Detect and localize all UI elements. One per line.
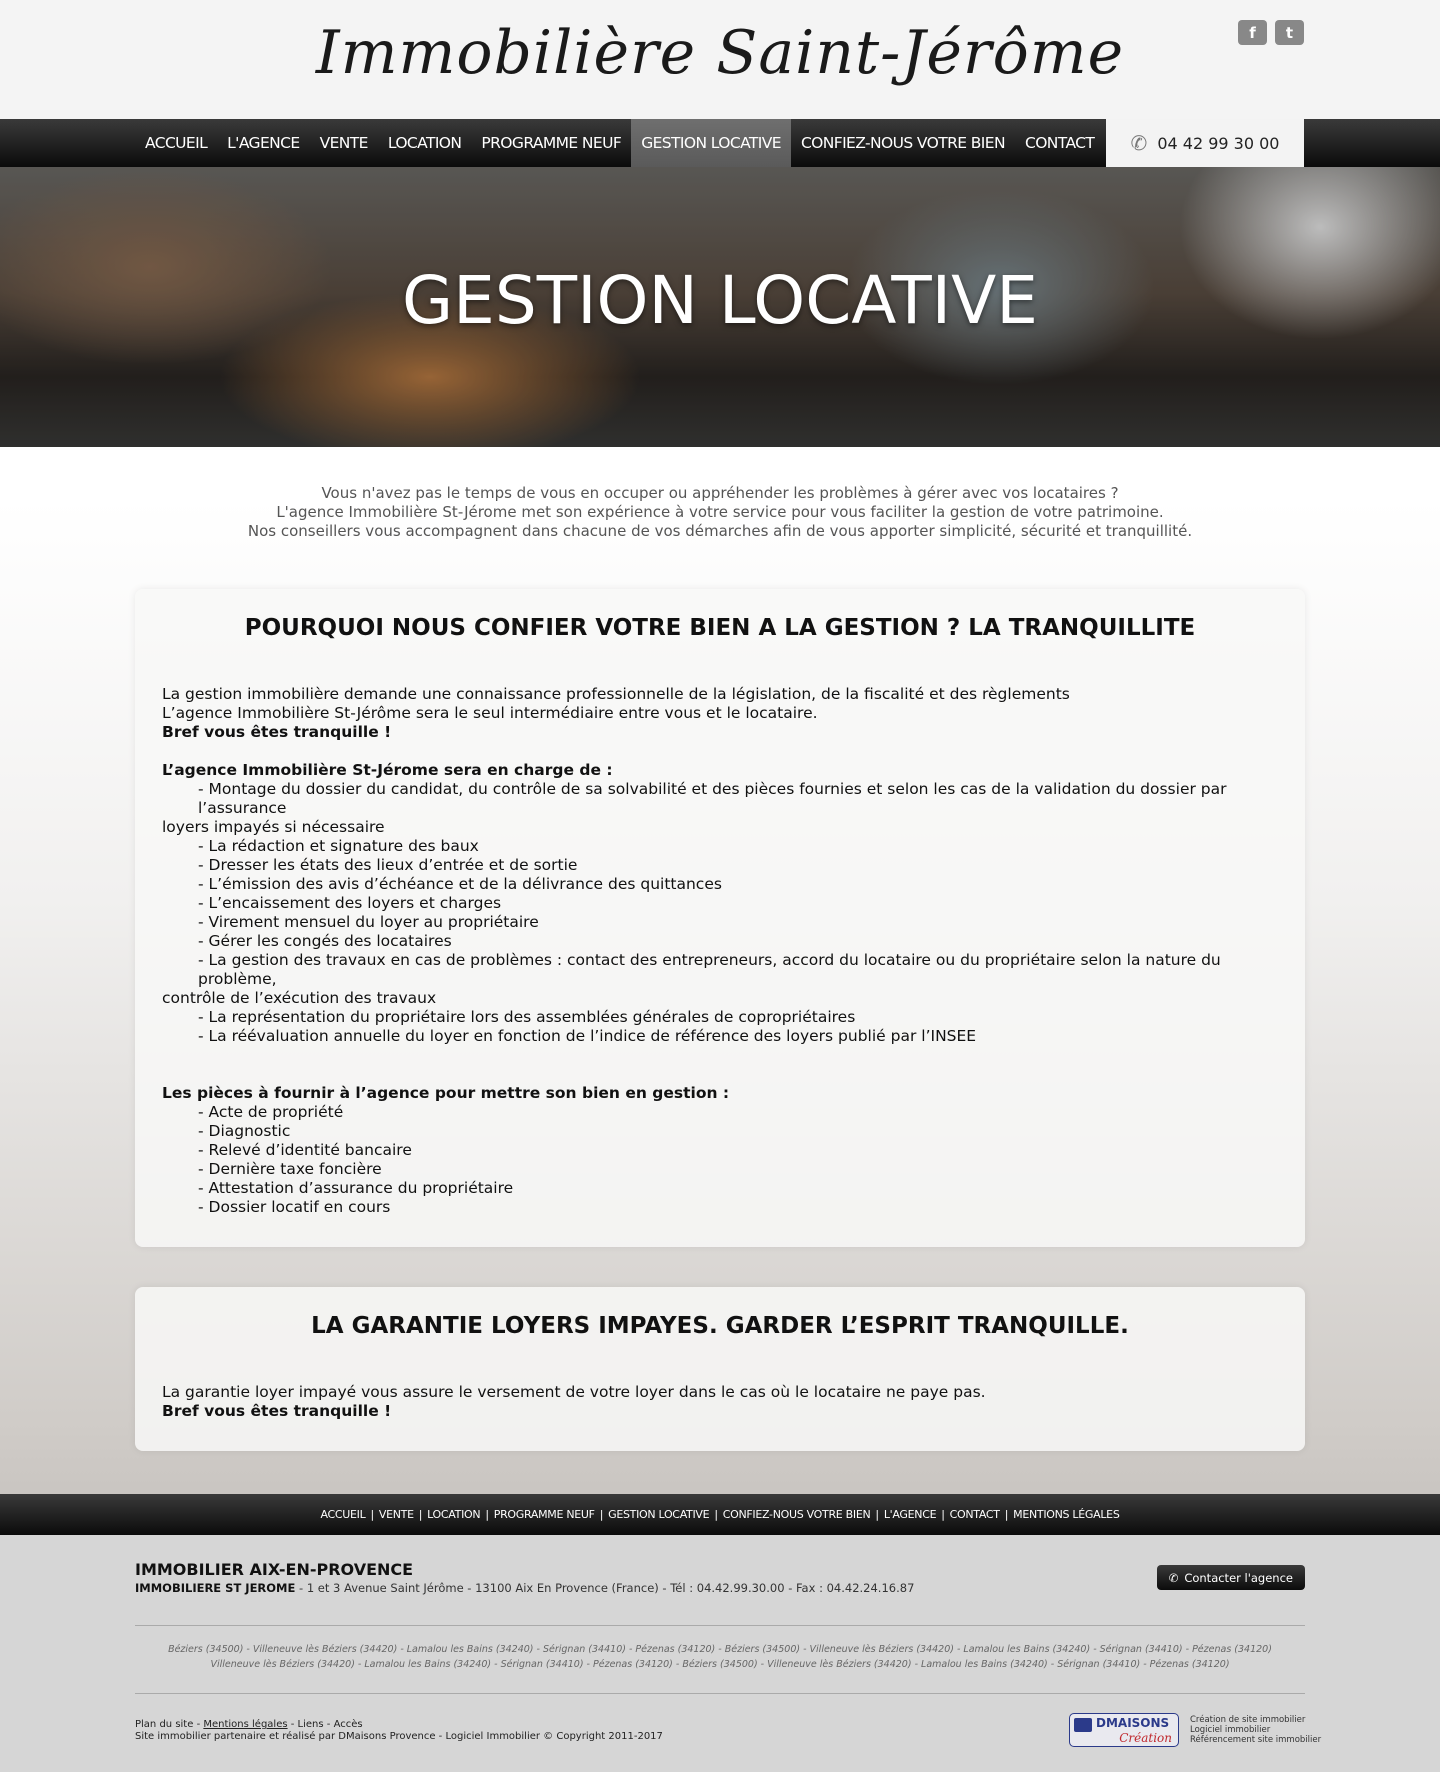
link-acces[interactable]: Accès [334,1719,363,1730]
dmaisons-line: Logiciel immobilier [1190,1725,1271,1735]
nav-item-location[interactable]: LOCATION [378,119,472,167]
list-item: - L’encaissement des loyers et charges [198,894,502,912]
dmaisons-logo-icon [1074,1718,1092,1732]
credit-text: Site immobilier partenaire et réalisé pa… [135,1731,663,1742]
dmaisons-logo[interactable]: DMAISONS Création [1069,1713,1179,1747]
footer-link-location[interactable]: LOCATION [427,1508,481,1521]
footer-link-gestion-locative[interactable]: GESTION LOCATIVE [608,1508,710,1521]
list-item: - La gestion des travaux en cas de probl… [198,951,1221,988]
paragraph: La gestion immobilière demande une conna… [162,685,1070,703]
hero-banner: GESTION LOCATIVE [0,167,1440,447]
list-item: - Dossier locatif en cours [198,1198,391,1216]
list-item: - Acte de propriété [198,1103,344,1121]
facebook-icon[interactable]: f [1238,20,1267,45]
dmaisons-line: Création de site immobilier [1190,1715,1306,1725]
link-plan-du-site[interactable]: Plan du site [135,1719,193,1730]
divider [135,1625,1305,1626]
site-logo[interactable]: Immobilière Saint-Jérôme [0,18,1440,88]
footer-title: IMMOBILIER AIX-EN-PROVENCE [135,1560,414,1579]
header: Immobilière Saint-Jérôme f t [0,0,1440,119]
list-item: - Dernière taxe foncière [198,1160,382,1178]
nav-item-agence[interactable]: L'AGENCE [217,119,309,167]
phone-box[interactable]: ✆ 04 42 99 30 00 [1106,119,1304,167]
list-item: - Relevé d’identité bancaire [198,1141,412,1159]
nav-item-programme-neuf[interactable]: PROGRAMME NEUF [471,119,631,167]
nav-item-confiez-nous[interactable]: CONFIEZ-NOUS VOTRE BIEN [791,119,1015,167]
list-item: - Dresser les états des lieux d’entrée e… [198,856,578,874]
main-nav: ACCUEIL L'AGENCE VENTE LOCATION PROGRAMM… [135,119,1104,167]
list-item: - Gérer les congés des locataires [198,932,452,950]
section-heading: Les pièces à fournir à l’agence pour met… [162,1084,730,1102]
divider [135,1693,1305,1694]
phone-icon: ✆ [1130,131,1148,155]
list-item: - Montage du dossier du candidat, du con… [198,780,1227,817]
list-item-continuation: contrôle de l’exécution des travaux [162,989,437,1007]
link-liens[interactable]: Liens [298,1719,324,1730]
list-item: - Attestation d’assurance du propriétair… [198,1179,514,1197]
link-mentions-legales[interactable]: Mentions légales [203,1719,287,1730]
list-item-continuation: loyers impayés si nécessaire [162,818,385,836]
address-text: - 1 et 3 Avenue Saint Jérôme - 13100 Aix… [295,1581,915,1595]
cities-line: Villeneuve lès Béziers (34420) - Lamalou… [210,1659,1230,1670]
card-body: La gestion immobilière demande une conna… [162,685,1278,1217]
card-title: LA GARANTIE LOYERS IMPAYES. GARDER L’ESP… [311,1313,1129,1339]
section-heading: L’agence Immobilière St-Jérome sera en c… [162,761,613,779]
footer-link-accueil[interactable]: ACCUEIL [320,1508,365,1521]
footer-link-confiez-nous[interactable]: CONFIEZ-NOUS VOTRE BIEN [723,1508,871,1521]
intro-line: Nos conseillers vous accompagnent dans c… [247,522,1193,540]
footer-nav: ACCUEIL | VENTE | LOCATION | PROGRAMME NEUF… [0,1494,1440,1535]
page-title: GESTION LOCATIVE [402,262,1038,339]
footer-links: Plan du site - Mentions légales - Liens … [135,1719,663,1742]
footer: IMMOBILIER AIX-EN-PROVENCE IMMOBILIERE S… [0,1535,1440,1772]
nav-item-gestion-locative[interactable]: GESTION LOCATIVE [631,119,791,167]
footer-link-programme-neuf[interactable]: PROGRAMME NEUF [494,1508,595,1521]
twitter-icon[interactable]: t [1275,20,1304,45]
nav-item-vente[interactable]: VENTE [310,119,378,167]
paragraph-bold: Bref vous êtes tranquille ! [162,723,392,741]
phone-number: 04 42 99 30 00 [1157,133,1280,153]
list-item: - La représentation du propriétaire lors… [198,1008,856,1026]
paragraph: La garantie loyer impayé vous assure le … [162,1383,986,1401]
footer-link-vente[interactable]: VENTE [379,1508,414,1521]
contact-button-label: Contacter l'agence [1184,1570,1293,1585]
nav-item-contact[interactable]: CONTACT [1015,119,1104,167]
paragraph: L’agence Immobilière St-Jérôme sera le s… [162,704,818,722]
list-item: - Diagnostic [198,1122,291,1140]
paragraph-bold: Bref vous êtes tranquille ! [162,1402,392,1420]
cities-line: Béziers (34500) - Villeneuve lès Béziers… [168,1644,1272,1655]
dmaisons-line: Référencement site immobilier [1190,1735,1322,1745]
list-item: - La rédaction et signature des baux [198,837,479,855]
card-guarantee: LA GARANTIE LOYERS IMPAYES. GARDER L’ESP… [135,1287,1305,1451]
footer-link-mentions[interactable]: MENTIONS LÉGALES [1013,1508,1120,1521]
footer-address: IMMOBILIERE ST JEROME - 1 et 3 Avenue Sa… [135,1581,914,1595]
card-why-us: POURQUOI NOUS CONFIER VOTRE BIEN A LA GE… [135,589,1305,1247]
cities-list: Béziers (34500) - Villeneuve lès Béziers… [135,1642,1305,1672]
phone-icon: ✆ [1168,1570,1179,1585]
card-title: POURQUOI NOUS CONFIER VOTRE BIEN A LA GE… [244,615,1196,641]
list-item: - L’émission des avis d’échéance et de l… [198,875,722,893]
agency-name: IMMOBILIERE ST JEROME [135,1581,296,1595]
list-item: - La réévaluation annuelle du loyer en f… [198,1027,977,1045]
dmaisons-brand: DMAISONS [1096,1716,1170,1730]
nav-item-accueil[interactable]: ACCUEIL [135,119,217,167]
main-navbar: ACCUEIL L'AGENCE VENTE LOCATION PROGRAMM… [0,119,1440,167]
intro-line: Vous n'avez pas le temps de vous en occu… [321,484,1119,502]
social-links: f t [1238,20,1304,45]
list-item: - Virement mensuel du loyer au propriéta… [198,913,539,931]
footer-link-agence[interactable]: L'AGENCE [884,1508,937,1521]
intro-text: Vous n'avez pas le temps de vous en occu… [0,484,1440,541]
intro-line: L'agence Immobilière St-Jérome met son e… [276,503,1164,521]
card-body: La garantie loyer impayé vous assure le … [162,1383,1278,1421]
dmaisons-tagline: Création de site immobilier Logiciel imm… [1190,1715,1321,1745]
footer-link-contact[interactable]: CONTACT [950,1508,1000,1521]
contact-agency-button[interactable]: ✆ Contacter l'agence [1156,1565,1305,1590]
dmaisons-sub: Création [1119,1731,1172,1745]
